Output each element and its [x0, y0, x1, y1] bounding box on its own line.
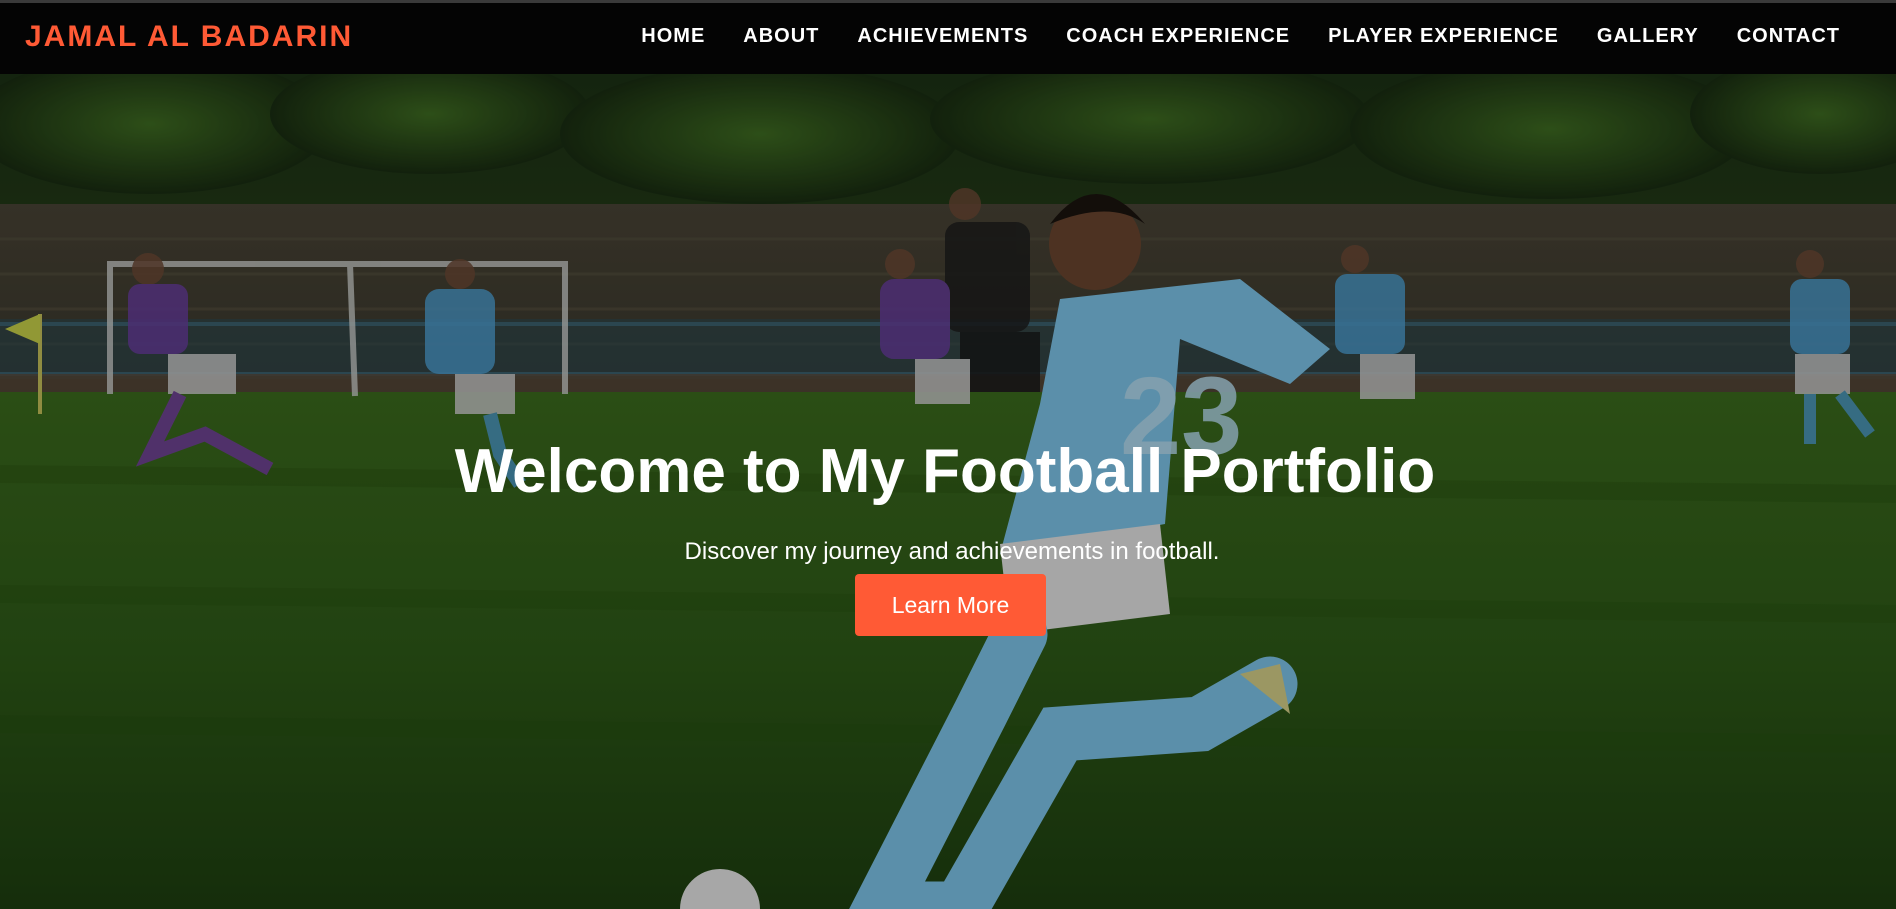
hero-section: 23 Welcome to My Football Portfolio Disc… [0, 74, 1896, 909]
brand-logo-link[interactable]: JAMAL AL BADARIN [25, 20, 353, 54]
nav-item-player-experience[interactable]: PLAYER EXPERIENCE [1328, 25, 1559, 48]
hero-subtitle: Discover my journey and achievements in … [684, 538, 1220, 565]
nav-item-gallery[interactable]: GALLERY [1597, 25, 1699, 48]
nav-item-contact[interactable]: CONTACT [1737, 25, 1840, 48]
page: JAMAL AL BADARIN HOME ABOUT ACHIEVEMENTS… [0, 0, 1896, 909]
nav-menu: HOME ABOUT ACHIEVEMENTS COACH EXPERIENCE… [603, 25, 1840, 48]
learn-more-button[interactable]: Learn More [855, 574, 1046, 636]
nav-item-home[interactable]: HOME [641, 25, 705, 48]
nav-item-about[interactable]: ABOUT [743, 25, 819, 48]
nav-item-coach-experience[interactable]: COACH EXPERIENCE [1066, 25, 1290, 48]
hero-title: Welcome to My Football Portfolio [454, 437, 1436, 506]
top-navbar: JAMAL AL BADARIN HOME ABOUT ACHIEVEMENTS… [0, 0, 1896, 74]
nav-item-achievements[interactable]: ACHIEVEMENTS [857, 25, 1028, 48]
